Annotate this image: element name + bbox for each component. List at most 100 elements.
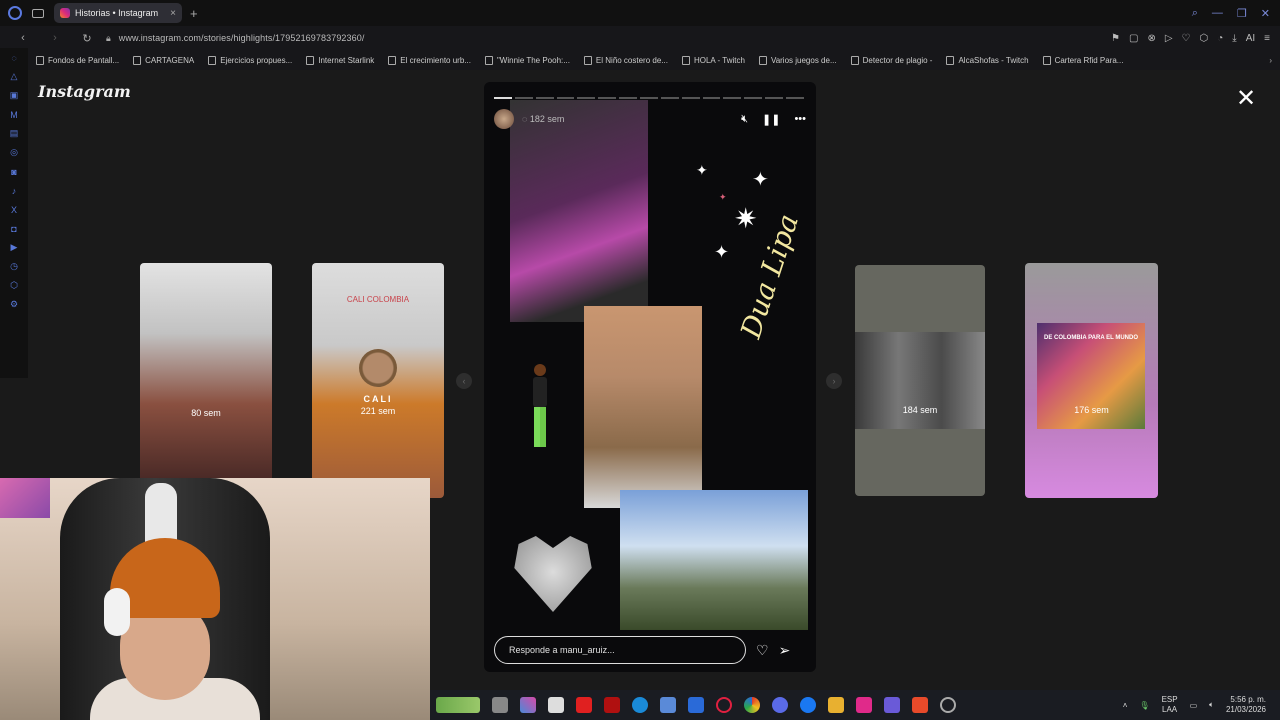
instagram-icon[interactable]: ◙	[9, 166, 20, 177]
copilot-icon[interactable]	[520, 697, 536, 713]
twitch-icon[interactable]: ▤	[9, 128, 20, 139]
tab-list-icon[interactable]	[32, 8, 44, 18]
extensions-icon[interactable]: ⬡	[9, 280, 20, 291]
settings-icon[interactable]	[940, 697, 956, 713]
ai-button[interactable]: AI	[1246, 33, 1255, 44]
whatsapp-icon[interactable]: ◎	[9, 147, 20, 158]
search-icon[interactable]: ⌕	[1192, 7, 1198, 20]
teams-icon[interactable]	[884, 697, 900, 713]
messenger-icon[interactable]: ▣	[9, 90, 20, 101]
minimize-button[interactable]: —	[1212, 7, 1223, 20]
side-story-4[interactable]: DE COLOMBIA PARA EL MUNDO 176 sem	[1025, 263, 1158, 498]
sparkle-icon: ✦	[719, 192, 727, 202]
story-time: 182 sem	[529, 114, 565, 124]
email-icon[interactable]: M	[9, 109, 20, 120]
highlight-avatar	[359, 349, 397, 387]
player-icon[interactable]: ▶	[9, 242, 20, 253]
bookmark-item[interactable]: CARTAGENA	[133, 55, 194, 65]
facebook-icon[interactable]	[800, 697, 816, 713]
file-explorer-icon[interactable]	[492, 697, 508, 713]
side-story-1[interactable]: 80 sem	[140, 263, 272, 498]
bookmark-item[interactable]: AlcaShofas - Twitch	[946, 55, 1029, 65]
bookmark-item[interactable]: "Winnie The Pooh:...	[484, 55, 570, 65]
next-story-button[interactable]: ›	[826, 373, 842, 389]
history-icon[interactable]: ◷	[9, 261, 20, 272]
forward-button[interactable]: ›	[46, 32, 64, 44]
brave-icon[interactable]	[912, 697, 928, 713]
youtube-icon[interactable]	[576, 697, 592, 713]
close-stories-button[interactable]: ✕	[1236, 87, 1256, 111]
bookmark-item[interactable]: Fondos de Pantall...	[36, 55, 119, 65]
snapshot-icon[interactable]: ▢	[1129, 33, 1138, 44]
profile-icon[interactable]: ◔	[1217, 33, 1223, 44]
bookmark-label: Cartera Rfid Para...	[1054, 55, 1124, 65]
side-story-2[interactable]: CALI COLOMBIA CALI 221 sem	[312, 263, 444, 498]
folder-icon[interactable]	[828, 697, 844, 713]
close-window-button[interactable]: ✕	[1261, 7, 1270, 20]
opera-logo-icon[interactable]	[8, 6, 22, 20]
progress-segment	[577, 97, 596, 99]
close-tab-icon[interactable]: ×	[170, 8, 176, 19]
story-time: 176 sem	[1074, 405, 1109, 415]
weather-widget-icon[interactable]	[436, 697, 480, 713]
player-icon[interactable]: ▷	[1165, 33, 1173, 44]
block-icon[interactable]: ⊗	[1147, 33, 1155, 44]
settings-icon[interactable]: ⚙	[9, 299, 20, 310]
bookmark-item[interactable]: El crecimiento urb...	[388, 55, 471, 65]
clock[interactable]: 5:56 p. m. 21/03/2026	[1226, 695, 1266, 715]
volume-icon[interactable]: 🔈︎	[1209, 700, 1214, 710]
sparkle-icon: ✦	[752, 169, 769, 191]
bookmark-item[interactable]: Varios juegos de...	[758, 55, 837, 65]
mail-icon[interactable]	[688, 697, 704, 713]
x-icon[interactable]: X	[9, 204, 20, 215]
aria-icon[interactable]: △	[9, 71, 20, 82]
bookmark-item[interactable]: HOLA - Twitch	[681, 55, 745, 65]
lang-code: ESP	[1161, 695, 1178, 704]
back-button[interactable]: ‹	[14, 32, 32, 44]
chrome-icon[interactable]	[744, 697, 760, 713]
main-story[interactable]: Dua Lipa ✦ ✦ ✷ ✦ ✦ ◌ 182 sem 🔇︎ ❚❚ ••• ♡	[484, 82, 816, 672]
extensions-icon[interactable]: ⬡	[1200, 33, 1209, 44]
story-avatar[interactable]	[494, 109, 514, 129]
reload-button[interactable]: ↻	[78, 32, 96, 45]
opera-icon[interactable]	[716, 697, 732, 713]
pause-icon[interactable]: ❚❚	[762, 113, 780, 126]
download-icon[interactable]: ⤓	[1232, 33, 1236, 44]
bookmark-item[interactable]: Internet Starlink	[306, 55, 374, 65]
previous-story-button[interactable]: ‹	[456, 373, 472, 389]
heart-icon[interactable]: ♡	[1182, 33, 1191, 44]
app-icon[interactable]	[660, 697, 676, 713]
speed-dial-icon[interactable]: ◌	[9, 52, 20, 63]
mute-icon[interactable]: 🔇︎	[741, 113, 748, 126]
bookmarks-more-icon[interactable]: ›	[1269, 56, 1280, 65]
network-icon[interactable]: ▭	[1190, 701, 1198, 710]
tiktok-icon[interactable]: ♪	[9, 185, 20, 196]
edge-icon[interactable]	[632, 697, 648, 713]
new-tab-button[interactable]: +	[190, 6, 198, 21]
bookmark-item[interactable]: Cartera Rfid Para...	[1042, 55, 1124, 65]
store-icon[interactable]	[548, 697, 564, 713]
chevron-up-icon[interactable]: ˄	[1123, 701, 1128, 710]
like-heart-icon[interactable]: ♡	[756, 642, 769, 659]
send-icon[interactable]: ➢	[779, 642, 791, 659]
app-icon[interactable]	[856, 697, 872, 713]
microphone-icon[interactable]: 🎙︎	[1139, 701, 1149, 710]
bookmark-item[interactable]: Ejercicios propues...	[208, 55, 292, 65]
url-field[interactable]: www.instagram.com/stories/highlights/179…	[119, 33, 365, 43]
language-indicator[interactable]: ESP LAA	[1162, 695, 1178, 715]
side-story-3[interactable]: 184 sem	[855, 265, 985, 496]
reply-input[interactable]	[494, 636, 746, 664]
menu-icon[interactable]: ≡	[1264, 33, 1270, 44]
instagram-logo[interactable]: Instagram	[38, 82, 131, 101]
netflix-icon[interactable]	[604, 697, 620, 713]
discord-icon[interactable]: ◘	[9, 223, 20, 234]
maximize-button[interactable]: ❐	[1237, 7, 1247, 20]
discord-icon[interactable]	[772, 697, 788, 713]
sparkle-icon: ✦	[714, 242, 730, 262]
bookmark-icon[interactable]: ⚑	[1111, 33, 1120, 44]
page-icon	[946, 55, 955, 65]
bookmark-item[interactable]: Detector de plagio -	[850, 55, 932, 65]
more-options-icon[interactable]: •••	[794, 113, 806, 126]
tab-instagram[interactable]: Historias • Instagram ×	[54, 3, 182, 23]
bookmark-item[interactable]: El Niño costero de...	[583, 55, 668, 65]
